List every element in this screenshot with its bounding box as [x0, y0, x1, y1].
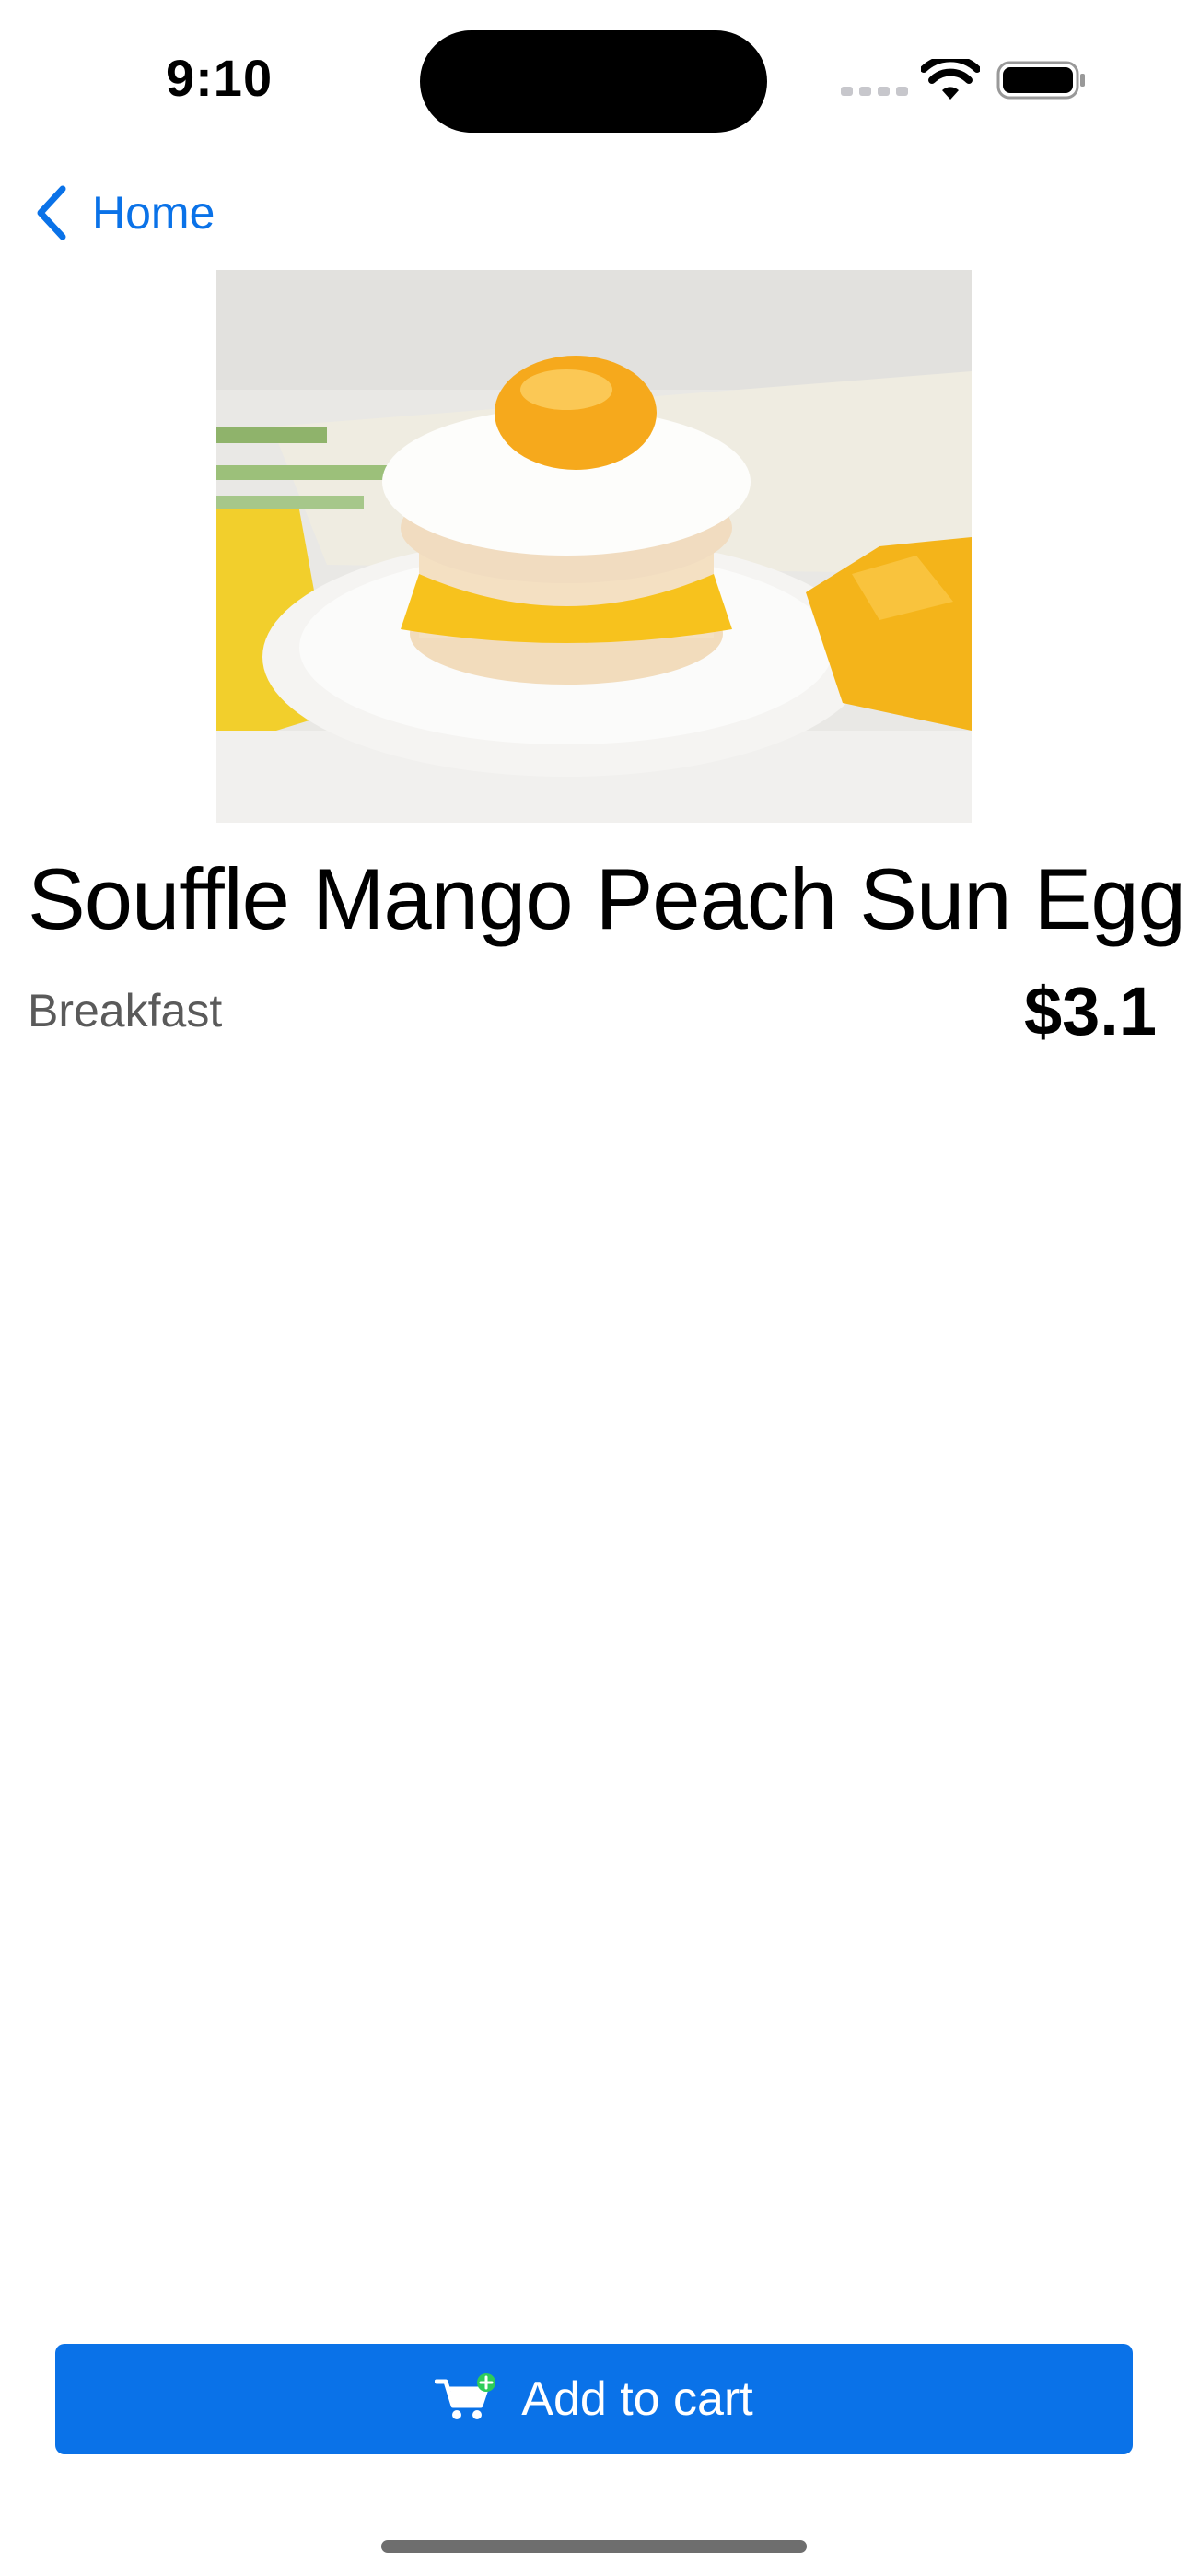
product-image: [216, 270, 972, 823]
wifi-icon: [921, 59, 980, 100]
cellular-signal-icon: [841, 79, 909, 96]
status-time: 9:10: [166, 49, 274, 107]
product-category: Breakfast: [28, 985, 223, 1036]
add-to-cart-button[interactable]: Add to cart: [55, 2344, 1133, 2454]
chevron-left-icon: [37, 185, 66, 240]
back-button[interactable]: Home: [33, 181, 215, 245]
product-price: $3.1: [1023, 973, 1157, 1049]
cart-add-icon: [435, 2373, 496, 2419]
back-label: Home: [92, 187, 215, 239]
add-to-cart-label: Add to cart: [521, 2372, 753, 2426]
battery-icon: [996, 61, 1085, 100]
product-title: Souffle Mango Peach Sun Egg: [28, 850, 1186, 947]
dynamic-island: [420, 30, 767, 133]
home-indicator[interactable]: [381, 2540, 807, 2553]
